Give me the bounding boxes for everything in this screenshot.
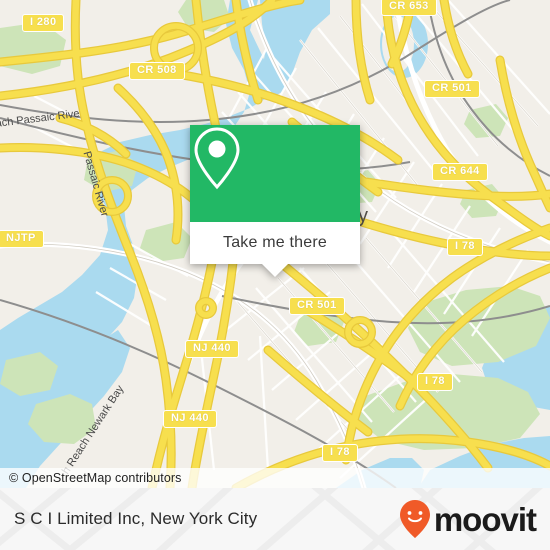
highway-shield-cr653: CR 653: [381, 0, 437, 16]
popup-tail: [262, 264, 288, 277]
map-screenshot: ty ach Passaic Rive Passaic River h Reac…: [0, 0, 550, 550]
highway-shield-i78-bottom: I 78: [322, 444, 358, 462]
moovit-logo[interactable]: moovit: [398, 499, 550, 539]
highway-shield-nj440-upper: NJ 440: [185, 340, 239, 358]
map-attribution-bar: © OpenStreetMap contributors: [0, 468, 550, 488]
highway-shield-cr508: CR 508: [129, 62, 185, 80]
location-popup[interactable]: Take me there: [190, 125, 360, 277]
location-pin-icon: [194, 127, 240, 190]
map-canvas[interactable]: ty ach Passaic Rive Passaic River h Reac…: [0, 0, 550, 488]
highway-shield-njtp: NJTP: [0, 230, 44, 248]
highway-shield-nj440-lower: NJ 440: [163, 410, 217, 428]
footer-bar: S C I Limited Inc, New York City moovit: [0, 488, 550, 550]
place-title: S C I Limited Inc, New York City: [14, 509, 258, 528]
popup-action-bar[interactable]: Take me there: [190, 222, 360, 277]
moovit-pin-icon: [399, 500, 430, 538]
highway-shield-i78-lower-right: I 78: [417, 373, 453, 391]
popup-icon-area: [190, 125, 360, 222]
attribution-text[interactable]: © OpenStreetMap contributors: [0, 471, 182, 485]
moovit-wordmark: moovit: [433, 500, 537, 538]
highway-shield-cr644: CR 644: [432, 163, 488, 181]
highway-shield-i78-right: I 78: [447, 238, 483, 256]
take-me-there-label: Take me there: [223, 234, 327, 251]
highway-shield-i280: I 280: [22, 14, 65, 32]
highway-shield-cr501-top: CR 501: [424, 80, 480, 98]
highway-shield-cr501-mid: CR 501: [289, 297, 345, 315]
